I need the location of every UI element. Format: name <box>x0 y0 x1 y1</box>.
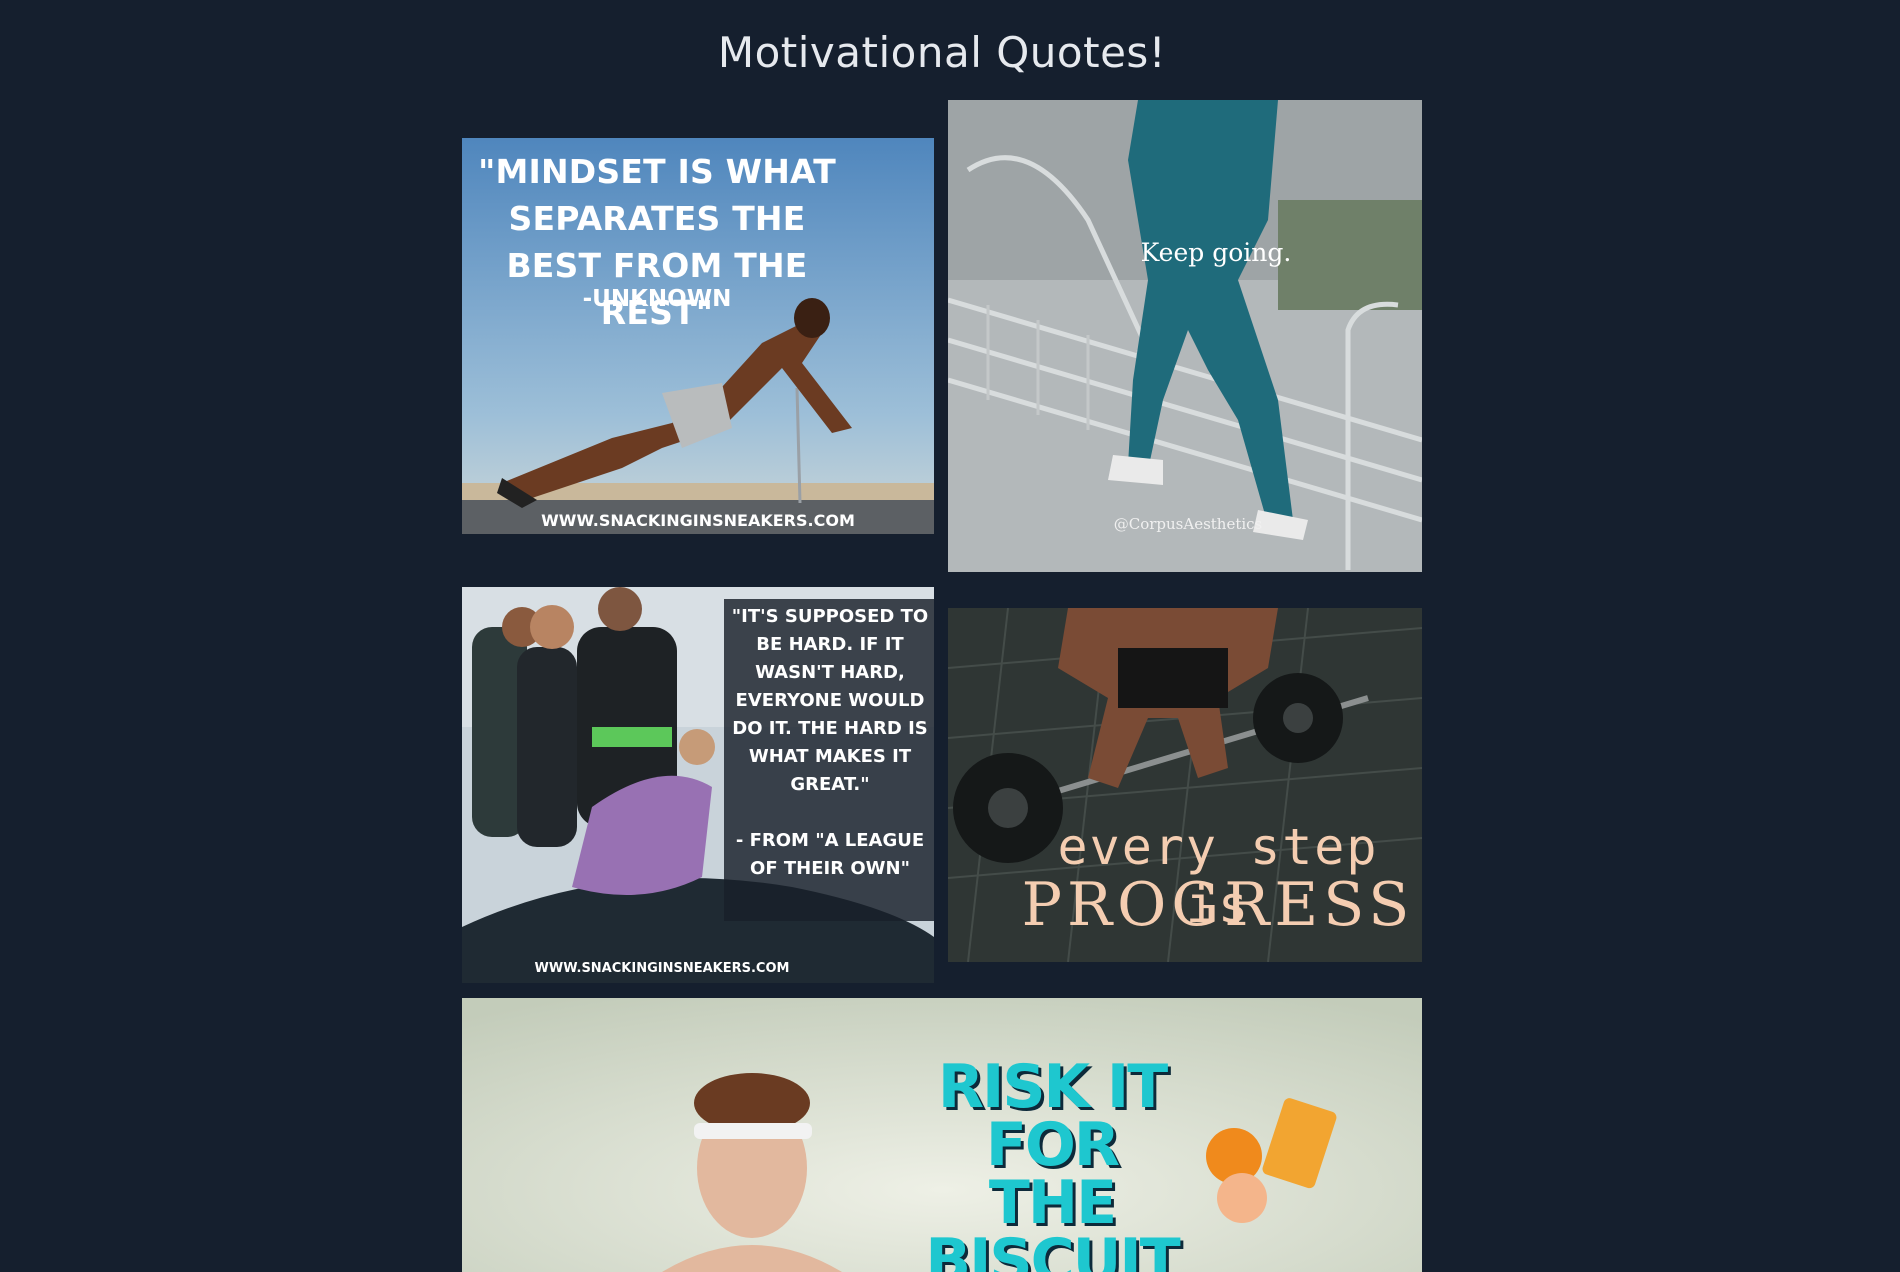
watermark-url: WWW.SNACKINGINSNEAKERS.COM <box>534 961 790 976</box>
watermark-handle: @CorpusAesthetics <box>1113 515 1263 533</box>
caption-line-2: PROGRESS <box>1021 870 1415 940</box>
watermark-url: WWW.SNACKINGINSNEAKERS.COM <box>541 511 855 530</box>
biscuit-title: RISK IT FOR THE BISCUIT <box>925 1052 1180 1272</box>
quote-image-progress[interactable]: every step is PROGRESS <box>948 608 1422 962</box>
page-title: Motivational Quotes! <box>717 28 1167 77</box>
quote-image-biscuit[interactable]: RISK IT FOR THE BISCUIT <box>462 998 1422 1272</box>
quote-image-mindset[interactable]: "MINDSET IS WHAT SEPARATES THE BEST FROM… <box>462 138 934 534</box>
runner-stairs-photo <box>948 100 1422 572</box>
caption-text: Keep going. <box>1140 238 1292 267</box>
quote-image-keep-going[interactable]: Keep going. @CorpusAesthetics <box>948 100 1422 572</box>
quote-text: "IT'S SUPPOSED TO BE HARD. IF IT WASN'T … <box>731 606 929 879</box>
quote-author: -UNKNOWN <box>582 286 732 312</box>
quote-image-league[interactable]: "IT'S SUPPOSED TO BE HARD. IF IT WASN'T … <box>462 587 934 983</box>
